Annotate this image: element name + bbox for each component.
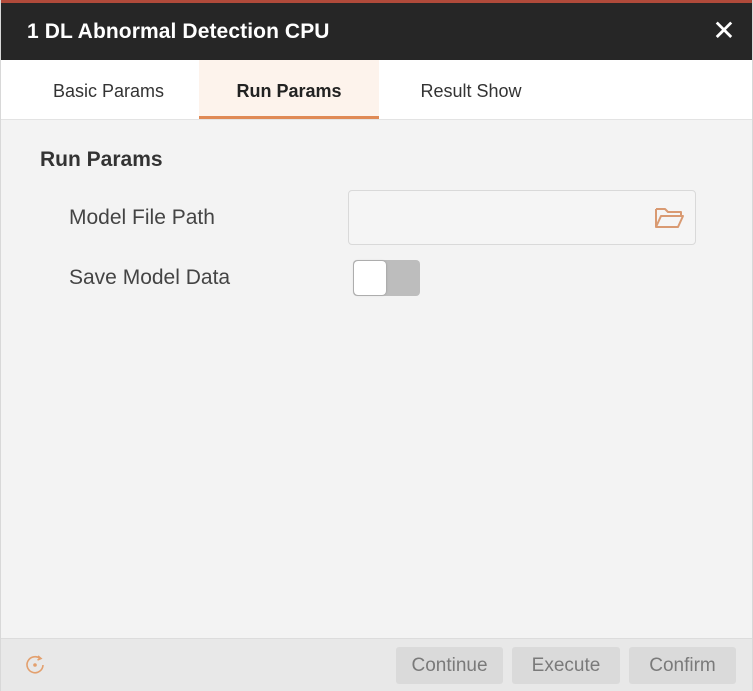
dialog-title: 1 DL Abnormal Detection CPU xyxy=(27,20,330,43)
close-icon[interactable]: ✕ xyxy=(710,17,738,45)
tab-bar: Basic Params Run Params Result Show xyxy=(1,60,752,120)
continue-button[interactable]: Continue xyxy=(396,647,503,684)
model-file-path-label: Model File Path xyxy=(69,206,215,229)
title-bar: 1 DL Abnormal Detection CPU ✕ xyxy=(1,0,752,60)
tab-run-params[interactable]: Run Params xyxy=(199,60,379,119)
refresh-icon[interactable] xyxy=(23,653,47,677)
section-title: Run Params xyxy=(40,148,163,171)
footer-bar: Continue Execute Confirm xyxy=(1,638,752,691)
toggle-knob xyxy=(354,261,386,295)
dialog-window: 1 DL Abnormal Detection CPU ✕ Basic Para… xyxy=(0,0,753,691)
confirm-button[interactable]: Confirm xyxy=(629,647,736,684)
tab-basic-params[interactable]: Basic Params xyxy=(21,60,196,119)
execute-button[interactable]: Execute xyxy=(512,647,620,684)
folder-open-icon[interactable] xyxy=(653,203,685,231)
save-model-data-label: Save Model Data xyxy=(69,266,231,289)
save-model-data-toggle[interactable] xyxy=(353,260,420,296)
model-file-path-input[interactable] xyxy=(348,190,696,245)
tab-result-show[interactable]: Result Show xyxy=(381,60,561,119)
